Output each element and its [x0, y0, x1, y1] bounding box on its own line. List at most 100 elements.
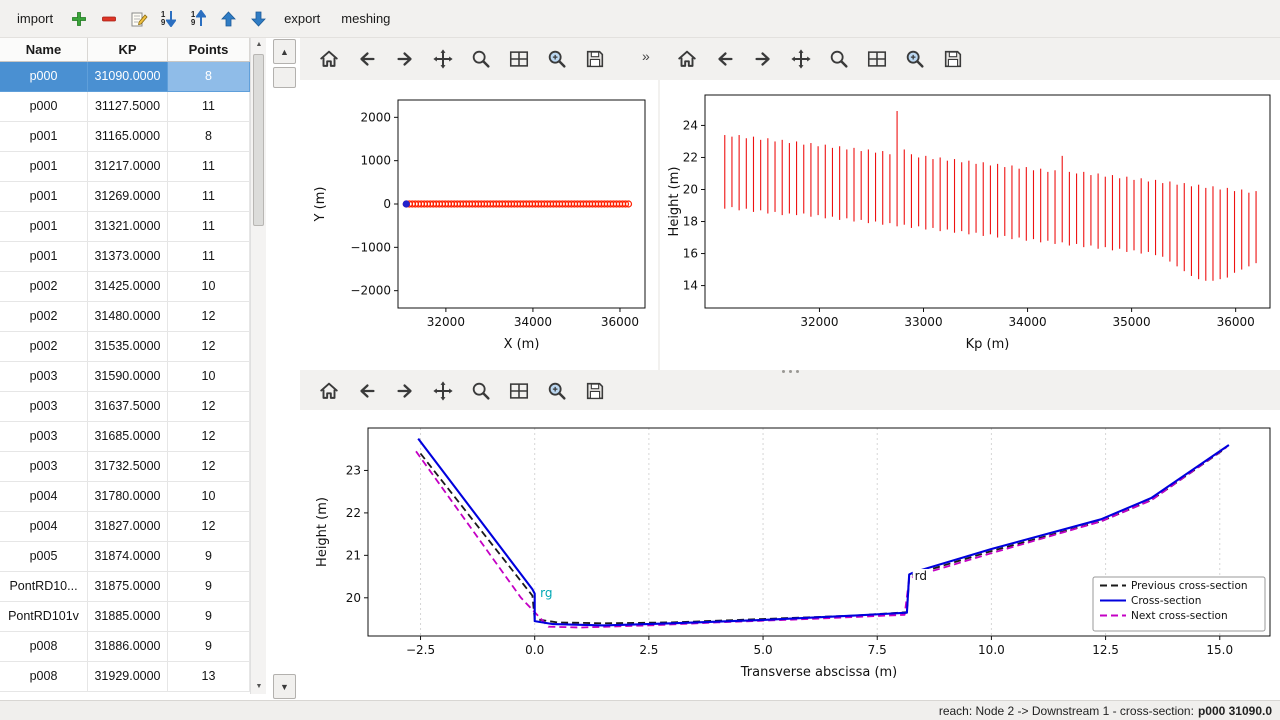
back-button[interactable] — [352, 44, 382, 74]
home-button[interactable] — [314, 376, 344, 406]
subplots-button[interactable] — [504, 44, 534, 74]
forward-button[interactable] — [390, 44, 420, 74]
customize-button[interactable] — [542, 376, 572, 406]
cell-points: 11 — [168, 212, 250, 242]
save-button[interactable] — [580, 376, 610, 406]
pan-button[interactable] — [428, 376, 458, 406]
sort-ascending-button[interactable]: 19 — [185, 6, 212, 32]
forward-button[interactable] — [390, 376, 420, 406]
arrow-up-icon — [221, 11, 236, 27]
svg-text:23: 23 — [346, 463, 361, 477]
toolbar-overflow-button[interactable]: » — [642, 48, 650, 64]
table-row[interactable]: p00131321.000011 — [0, 212, 250, 242]
svg-text:Transverse abscissa (m): Transverse abscissa (m) — [740, 665, 898, 680]
cell-points: 10 — [168, 482, 250, 512]
zoom-button[interactable] — [824, 44, 854, 74]
table-row[interactable]: p00531874.00009 — [0, 542, 250, 572]
pan-button[interactable] — [786, 44, 816, 74]
home-button[interactable] — [672, 44, 702, 74]
meshing-button[interactable]: meshing — [332, 7, 399, 30]
sort-descending-button[interactable]: 19 — [155, 6, 182, 32]
horizontal-splitter-handle[interactable] — [770, 368, 810, 375]
table-row[interactable]: p00331685.000012 — [0, 422, 250, 452]
cell-name: p001 — [0, 212, 88, 242]
import-button[interactable]: import — [8, 7, 62, 30]
arrow-down-icon — [251, 11, 266, 27]
table-row[interactable]: p00831929.000013 — [0, 662, 250, 692]
svg-text:Height (m): Height (m) — [667, 167, 682, 237]
plan-view-plot[interactable]: 320003400036000−2000−1000010002000X (m)Y… — [300, 80, 658, 370]
table-row[interactable]: p00231535.000012 — [0, 332, 250, 362]
cross-section-toolbar — [314, 376, 610, 406]
pan-button[interactable] — [428, 44, 458, 74]
plus-icon — [71, 11, 87, 27]
table-row[interactable]: p00431780.000010 — [0, 482, 250, 512]
home-button[interactable] — [314, 44, 344, 74]
back-icon — [356, 380, 378, 402]
move-up-button[interactable] — [215, 6, 242, 32]
svg-text:5.0: 5.0 — [754, 643, 773, 657]
table-row[interactable]: p00331732.500012 — [0, 452, 250, 482]
column-header-kp[interactable]: KP — [88, 38, 168, 61]
forward-icon — [394, 380, 416, 402]
panel-scroll-down-button[interactable]: ▼ — [273, 674, 296, 699]
cross-section-table: Name KP Points p00031090.00008p00031127.… — [0, 38, 250, 692]
table-row[interactable]: p00331637.500012 — [0, 392, 250, 422]
forward-button[interactable] — [748, 44, 778, 74]
add-cross-section-button[interactable] — [65, 6, 92, 32]
table-scrollbar-thumb[interactable] — [253, 54, 264, 226]
column-header-name[interactable]: Name — [0, 38, 88, 61]
zoom-button[interactable] — [466, 44, 496, 74]
panel-scrollbar-thumb[interactable] — [273, 67, 296, 88]
back-button[interactable] — [352, 376, 382, 406]
cell-name: p000 — [0, 62, 88, 92]
svg-text:35000: 35000 — [1113, 315, 1151, 329]
customize-button[interactable] — [900, 44, 930, 74]
save-button[interactable] — [938, 44, 968, 74]
table-row[interactable]: p00231425.000010 — [0, 272, 250, 302]
svg-text:rd: rd — [915, 569, 927, 583]
export-button[interactable]: export — [275, 7, 329, 30]
subplots-icon — [508, 380, 530, 402]
cell-points: 10 — [168, 362, 250, 392]
long-profile-toolbar — [672, 44, 968, 74]
table-row[interactable]: PontRD101v31885.00009 — [0, 602, 250, 632]
cell-name: p003 — [0, 362, 88, 392]
move-down-button[interactable] — [245, 6, 272, 32]
table-row[interactable]: p00131373.000011 — [0, 242, 250, 272]
table-row[interactable]: p00231480.000012 — [0, 302, 250, 332]
scroll-up-icon[interactable]: ▲ — [251, 38, 267, 52]
cross-section-plot[interactable]: −2.50.02.55.07.510.012.515.020212223Tran… — [300, 410, 1280, 700]
svg-text:32000: 32000 — [800, 315, 838, 329]
plan_view-figure: 320003400036000−2000−1000010002000X (m)Y… — [300, 80, 658, 370]
customize-button[interactable] — [542, 44, 572, 74]
panel-scroll-up-button[interactable]: ▲ — [273, 39, 296, 64]
save-button[interactable] — [580, 44, 610, 74]
save-icon — [584, 380, 606, 402]
svg-text:2000: 2000 — [360, 110, 391, 124]
table-row[interactable]: p00031127.500011 — [0, 92, 250, 122]
long-profile-plot[interactable]: 3200033000340003500036000141618202224Kp … — [660, 80, 1280, 370]
subplots-icon — [866, 48, 888, 70]
svg-text:10.0: 10.0 — [978, 643, 1005, 657]
table-row[interactable]: p00331590.000010 — [0, 362, 250, 392]
edit-cross-section-button[interactable] — [125, 6, 152, 32]
subplots-button[interactable] — [504, 376, 534, 406]
pan-icon — [432, 380, 454, 402]
table-row[interactable]: p00431827.000012 — [0, 512, 250, 542]
table-row[interactable]: p00031090.00008 — [0, 62, 250, 92]
table-row[interactable]: p00131269.000011 — [0, 182, 250, 212]
sort-ascending-icon: 19 — [191, 10, 206, 27]
table-row[interactable]: PontRD10...31875.00009 — [0, 572, 250, 602]
remove-cross-section-button[interactable] — [95, 6, 122, 32]
column-header-points[interactable]: Points — [168, 38, 250, 61]
cell-kp: 31875.0000 — [88, 572, 168, 602]
table-row[interactable]: p00131217.000011 — [0, 152, 250, 182]
zoom-button[interactable] — [466, 376, 496, 406]
table-row[interactable]: p00831886.00009 — [0, 632, 250, 662]
cell-kp: 31165.0000 — [88, 122, 168, 152]
subplots-button[interactable] — [862, 44, 892, 74]
table-row[interactable]: p00131165.00008 — [0, 122, 250, 152]
scroll-down-icon[interactable]: ▼ — [251, 680, 267, 694]
back-button[interactable] — [710, 44, 740, 74]
